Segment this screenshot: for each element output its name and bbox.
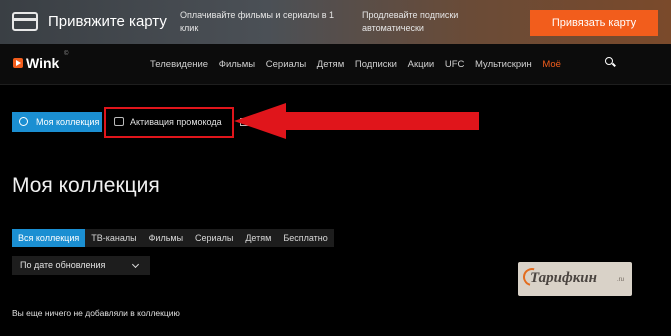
filter-tv-channels[interactable]: ТВ-каналы xyxy=(85,229,142,247)
play-icon xyxy=(13,58,23,68)
tab-my-collection-label: Моя коллекция xyxy=(36,117,100,127)
banner-text-2: Продлевайте подписки автоматически xyxy=(362,10,459,33)
page-title: Моя коллекция xyxy=(12,174,160,197)
logo-text: Wink xyxy=(26,55,60,71)
nav-item-mine[interactable]: Моё xyxy=(542,59,561,70)
pointer-arrow-icon xyxy=(234,103,479,139)
nav-item-promotions[interactable]: Акции xyxy=(408,59,435,70)
nav-item-multiscreen[interactable]: Мультискрин xyxy=(475,59,532,70)
promo-banner: Привяжите карту Оплачивайте фильмы и сер… xyxy=(0,0,671,44)
sort-dropdown[interactable]: По дате обновления xyxy=(12,256,150,275)
banner-title: Привяжите карту xyxy=(48,13,167,30)
filter-all[interactable]: Вся коллекция xyxy=(12,229,86,247)
link-card-button[interactable]: Привязать карту xyxy=(530,10,658,36)
watermark-domain: .ru xyxy=(617,277,625,283)
filter-kids[interactable]: Детям xyxy=(239,229,277,247)
nav-item-tv[interactable]: Телевидение xyxy=(150,59,208,70)
highlight-box xyxy=(104,107,234,138)
nav-item-films[interactable]: Фильмы xyxy=(219,59,255,70)
watermark: Тарифкин .ru xyxy=(518,262,632,296)
nav-item-ufc[interactable]: UFC xyxy=(445,59,465,70)
watermark-text: Тарифкин xyxy=(530,270,597,286)
main-menu: Телевидение Фильмы Сериалы Детям Подписк… xyxy=(150,59,569,70)
logo-mark: © xyxy=(64,51,69,57)
chevron-down-icon xyxy=(131,260,140,269)
filter-series[interactable]: Сериалы xyxy=(189,229,239,247)
credit-card-icon xyxy=(12,12,38,31)
nav-item-series[interactable]: Сериалы xyxy=(266,59,306,70)
nav-item-subscriptions[interactable]: Подписки xyxy=(355,59,397,70)
tab-my-collection[interactable]: Моя коллекция xyxy=(12,112,102,132)
filter-films[interactable]: Фильмы xyxy=(143,229,189,247)
top-navigation: Wink © Телевидение Фильмы Сериалы Детям … xyxy=(0,44,671,85)
nav-item-kids[interactable]: Детям xyxy=(317,59,344,70)
globe-icon xyxy=(19,117,28,126)
empty-collection-message: Вы еще ничего не добавляли в коллекцию xyxy=(12,308,180,318)
filter-tabs: Вся коллекция ТВ-каналы Фильмы Сериалы Детям… xyxy=(12,229,334,247)
sort-value: По дате обновления xyxy=(20,260,106,270)
search-icon[interactable] xyxy=(605,57,615,67)
banner-text-1: Оплачивайте фильмы и сериалы в 1 клик xyxy=(180,10,334,33)
filter-free[interactable]: Бесплатно xyxy=(277,229,333,247)
